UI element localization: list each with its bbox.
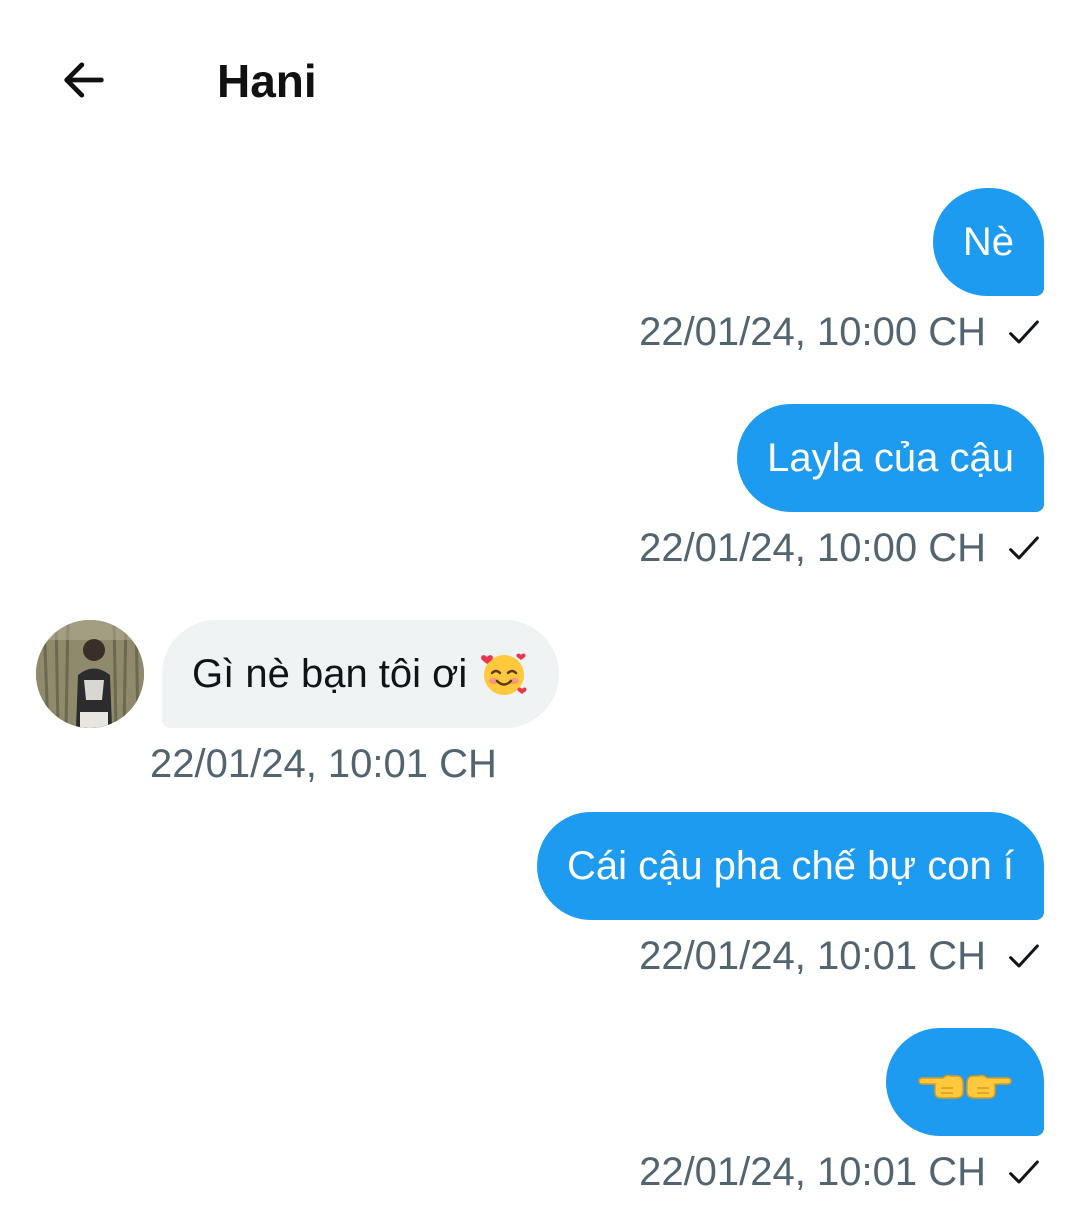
message-text: Nè: [962, 220, 1014, 264]
back-button[interactable]: [52, 48, 116, 112]
smiling-face-with-hearts-icon: [479, 649, 529, 699]
arrow-left-icon: [64, 62, 104, 98]
message-timestamp: 22/01/24, 10:01 CH: [639, 934, 986, 978]
message-meta: 22/01/24, 10:01 CH: [150, 740, 497, 788]
check-icon: [1009, 320, 1039, 344]
received-message-bubble[interactable]: Gì nè bạn tôi ơi: [162, 620, 560, 728]
sent-message-bubble[interactable]: Cái cậu pha chế bự con í: [536, 812, 1044, 920]
sent-message-bubble[interactable]: [886, 1028, 1044, 1136]
chat-screen: Hani Nè 22/01/24, 10:00 CH Layla của cậu…: [0, 0, 1080, 1228]
message-meta: 22/01/24, 10:00 CH: [639, 308, 1044, 356]
check-icon: [1009, 536, 1039, 560]
avatar-image: [36, 620, 144, 728]
chat-header: Hani: [0, 0, 1080, 160]
avatar[interactable]: [36, 620, 144, 728]
message-text: Layla của cậu: [767, 436, 1014, 480]
message-meta: 22/01/24, 10:00 CH: [639, 524, 1044, 572]
message-meta: 22/01/24, 10:01 CH: [639, 932, 1044, 980]
check-icon: [1009, 1160, 1039, 1184]
pointing-hands-icon: [917, 1058, 1013, 1106]
message-timestamp: 22/01/24, 10:01 CH: [150, 742, 497, 786]
conversation-title[interactable]: Hani: [217, 54, 317, 108]
check-icon: [1009, 944, 1039, 968]
message-meta: 22/01/24, 10:01 CH: [639, 1148, 1044, 1196]
message-text: Gì nè bạn tôi ơi: [192, 652, 468, 696]
message-timestamp: 22/01/24, 10:00 CH: [639, 526, 986, 570]
message-text: Cái cậu pha chế bự con í: [566, 844, 1014, 888]
sent-message-bubble[interactable]: Nè: [932, 188, 1044, 296]
message-timestamp: 22/01/24, 10:00 CH: [639, 310, 986, 354]
sent-message-bubble[interactable]: Layla của cậu: [737, 404, 1044, 512]
message-timestamp: 22/01/24, 10:01 CH: [639, 1150, 986, 1194]
